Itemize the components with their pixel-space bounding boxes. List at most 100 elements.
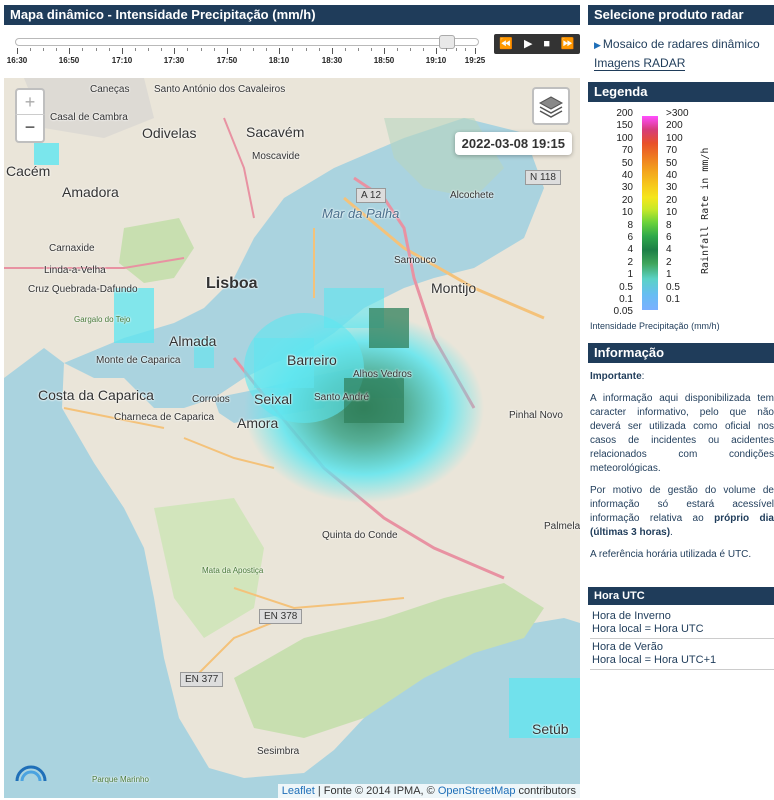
time-minor-tick — [200, 48, 202, 51]
legend-right-value: >300 — [666, 108, 689, 119]
map-place-label: Costa da Caparica — [38, 387, 154, 403]
time-minor-tick — [423, 48, 424, 51]
time-tick — [122, 48, 123, 54]
layers-button[interactable] — [532, 87, 570, 125]
time-tick — [279, 48, 280, 54]
map-place-label: Almada — [169, 333, 217, 349]
utc-table: Hora de Inverno Hora local = Hora UTC Ho… — [590, 608, 774, 670]
legend-header: Legenda — [588, 82, 774, 102]
map-place-label: Corroios — [192, 394, 230, 405]
info-paragraph-1: A informação aqui disponibilizada tem ca… — [590, 393, 774, 474]
time-minor-tick — [213, 48, 215, 51]
utc-row-summer: Hora de Verão Hora local = Hora UTC+1 — [590, 639, 774, 670]
time-tick-label: 16:30 — [6, 56, 28, 65]
legend-right-value: 1 — [666, 269, 672, 281]
map-place-label: Cacém — [6, 163, 51, 179]
map-place-label: Quinta do Conde — [322, 530, 398, 541]
legend-left-value: 2 — [627, 256, 633, 268]
legend-left-value: 70 — [621, 145, 633, 157]
time-minor-tick — [135, 48, 136, 51]
legend-left-value: 6 — [627, 232, 633, 243]
time-tick-label: 17:10 — [111, 56, 133, 65]
product-radar-mosaic-link[interactable]: ▶ Mosaico de radares dinâmico — [594, 37, 760, 51]
map-place-label: Santo António dos Cavaleiros — [154, 84, 286, 95]
legend-left-value: 0.1 — [619, 294, 633, 305]
map-place-label: Odivelas — [142, 125, 197, 141]
legend-left-value: 100 — [616, 132, 633, 144]
time-slider-track[interactable] — [15, 38, 479, 46]
road-label: N 118 — [525, 170, 561, 185]
utc-row-title: Hora de Inverno — [592, 610, 671, 622]
osm-link[interactable]: OpenStreetMap — [438, 785, 516, 797]
playback-controls: ⏪ ▶ ■ ⏩ — [494, 34, 580, 54]
leaflet-link[interactable]: Leaflet — [282, 785, 315, 797]
map-place-label: Samouco — [394, 255, 437, 266]
map-place-label: Seixal — [254, 391, 293, 407]
map-place-label: Santo André — [314, 392, 370, 403]
legend-left-value: 1 — [627, 269, 633, 281]
map-place-label: Montijo — [431, 280, 477, 296]
map-place-label: Moscavide — [252, 151, 300, 162]
forward-button[interactable]: ⏩ — [561, 34, 575, 54]
legend-left-value: 10 — [621, 207, 633, 219]
time-minor-tick — [305, 48, 307, 51]
map-place-label: Pinhal Novo — [509, 410, 563, 421]
play-button[interactable]: ▶ — [524, 34, 532, 54]
time-tick — [174, 48, 175, 54]
utc-row-value: Hora local = Hora UTC+1 — [592, 654, 717, 666]
legend-right-value: 0.5 — [666, 281, 680, 293]
legend-left-value: 30 — [621, 182, 633, 194]
legend-right-value: 50 — [666, 157, 678, 169]
time-axis: 16:30 16:50 17:10 17:30 17:50 18:10 18:30 18:50… — [0, 48, 490, 72]
time-tick-label: 18:50 — [373, 56, 395, 65]
product-radar-images-link[interactable]: Imagens RADAR — [594, 56, 686, 71]
layers-icon — [538, 96, 564, 118]
map-place-label: Linda-a-Velha — [44, 265, 106, 276]
map-place-label: Alhos Vedros — [353, 369, 412, 380]
time-minor-tick — [292, 48, 294, 51]
rewind-button[interactable]: ⏪ — [499, 34, 513, 54]
important-label: Importante — [590, 371, 642, 382]
map-place-label: Mata da Apostiça — [202, 566, 264, 575]
time-tick — [69, 48, 70, 54]
map-timestamp: 2022-03-08 19:15 — [454, 132, 572, 155]
time-tick — [384, 48, 385, 54]
legend-right-value: 8 — [666, 219, 672, 231]
legend-left-value: 20 — [621, 194, 633, 206]
road-label: EN 378 — [259, 609, 303, 624]
time-tick-label: 17:50 — [216, 56, 238, 65]
legend-right-value: 6 — [666, 232, 672, 243]
legend-left-value: 8 — [627, 219, 633, 231]
stop-button[interactable]: ■ — [543, 34, 550, 54]
time-slider-handle[interactable] — [438, 35, 455, 49]
time-minor-tick — [56, 48, 57, 51]
map-place-label: Sesimbra — [257, 746, 300, 757]
time-minor-tick — [345, 48, 346, 51]
time-tick-label: 16:50 — [58, 56, 80, 65]
product-selector-header: Selecione produto radar — [588, 5, 774, 25]
legend-right-value: 20 — [666, 194, 678, 206]
legend-right-value: 100 — [666, 132, 683, 144]
map-place-label: Lisboa — [206, 275, 258, 292]
legend-left-value: 200 — [616, 108, 633, 119]
map-place-label: Parque Marinho — [92, 775, 149, 784]
map-place-label: Charneca de Caparica — [114, 412, 215, 423]
legend-color-bar — [642, 116, 658, 310]
time-tick — [332, 48, 333, 54]
radar-map[interactable]: Caneças Santo António dos Cavaleiros Casal… — [4, 78, 580, 798]
time-minor-tick — [358, 48, 359, 51]
map-place-label: Cruz Quebrada-Dafundo — [28, 284, 138, 295]
time-minor-tick — [187, 48, 189, 51]
zoom-out-button[interactable]: − — [15, 114, 45, 143]
legend-left-value: 4 — [627, 244, 633, 256]
map-place-label: Barreiro — [287, 352, 337, 368]
legend-caption: Intensidade Precipitação (mm/h) — [590, 321, 720, 331]
time-tick-label: 17:30 — [163, 56, 185, 65]
map-place-label: Caneças — [90, 84, 130, 95]
product-active-label: Mosaico de radares dinâmico — [602, 37, 760, 51]
time-tick-label: 18:10 — [268, 56, 290, 65]
time-tick — [17, 48, 18, 54]
legend-right-value: 10 — [666, 207, 678, 219]
time-tick — [436, 48, 437, 54]
time-minor-tick — [397, 48, 398, 51]
